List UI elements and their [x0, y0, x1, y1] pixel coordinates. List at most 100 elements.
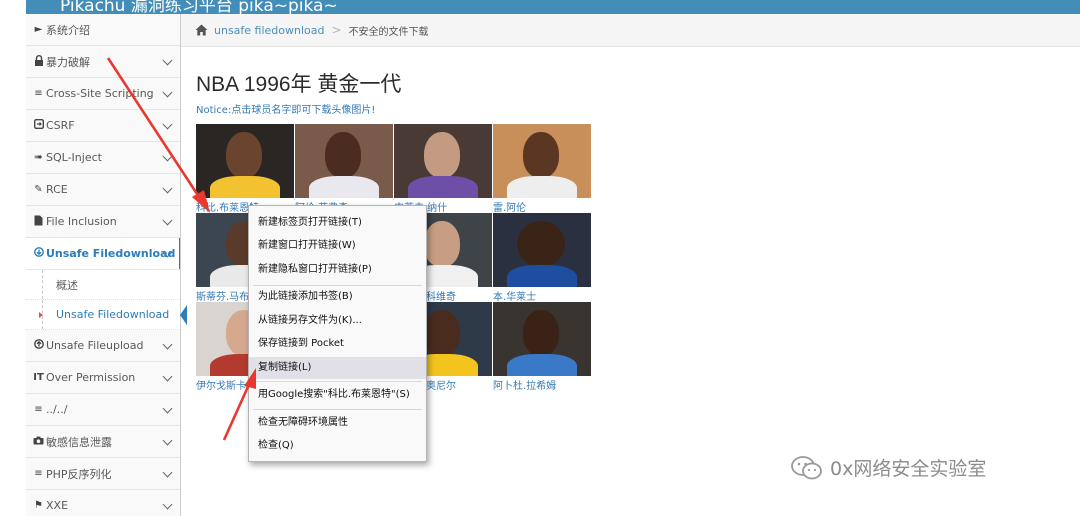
menu-item-open-private-window[interactable]: 新建隐私窗口打开链接(P)	[249, 259, 426, 281]
sidebar-subitem-label: Unsafe Filedownload	[56, 308, 170, 321]
player-name-link[interactable]: 阿卜杜.拉希姆	[493, 377, 591, 392]
sidebar-item-label: Cross-Site Scripting	[46, 87, 154, 100]
sidebar: ► 系统介绍 暴力破解 ≡ Cross-Site Scripting CSRF …	[26, 14, 187, 516]
menu-item-google-search[interactable]: 用Google搜索"科比.布莱恩特"(S)	[249, 384, 426, 406]
sidebar-subitem-overview[interactable]: 概述	[26, 270, 180, 300]
menu-item-bookmark-link[interactable]: 为此链接添加书签(B)	[249, 286, 426, 308]
player-card: 科比.布莱恩特	[196, 124, 294, 214]
player-jersey	[408, 176, 478, 198]
sidebar-item-unsafe-filedownload[interactable]: Unsafe Filedownload	[26, 238, 180, 270]
camera-icon	[32, 436, 45, 448]
watermark: 0x网络安全实验室	[790, 454, 986, 481]
chevron-down-icon	[162, 87, 173, 98]
align-left-icon: ≡	[34, 468, 43, 479]
menu-item-inspect-accessibility[interactable]: 检查无障碍环境属性	[249, 412, 426, 434]
sidebar-item-label: Unsafe Filedownload	[46, 247, 176, 260]
active-indicator	[180, 305, 187, 325]
list-icon: ≡	[34, 88, 43, 99]
menu-separator	[253, 409, 422, 410]
sidebar-item-php-unserialize[interactable]: ≡ PHP反序列化	[26, 458, 180, 490]
menu-item-save-to-pocket[interactable]: 保存链接到 Pocket	[249, 333, 426, 355]
player-head	[424, 221, 460, 267]
app-title: Pikachu 漏洞练习平台 pika~pika~	[60, 0, 338, 14]
upload-circle-icon	[32, 339, 45, 352]
sidebar-item-dir-traversal[interactable]: ≡ ../../	[26, 394, 180, 426]
flag-icon: ⚑	[34, 500, 43, 511]
sidebar-item-label: ../../	[46, 403, 68, 416]
menu-separator	[253, 381, 422, 382]
player-jersey	[309, 176, 379, 198]
player-card: 雷.阿伦	[493, 124, 591, 214]
chevron-down-icon	[162, 339, 173, 350]
player-photo[interactable]	[493, 302, 591, 376]
menu-item-save-link-as[interactable]: 从链接另存文件为(K)...	[249, 310, 426, 332]
sidebar-item-label: RCE	[46, 183, 68, 196]
player-jersey	[507, 176, 577, 198]
file-icon	[32, 215, 45, 229]
sidebar-item-over-permission[interactable]: IT Over Permission	[26, 362, 180, 394]
player-photo[interactable]	[394, 124, 492, 198]
home-icon[interactable]	[195, 24, 208, 36]
notice-text: Notice:点击球员名字即可下载头像图片!	[196, 105, 376, 116]
sidebar-item-intro[interactable]: ► 系统介绍	[26, 14, 180, 46]
player-photo[interactable]	[493, 124, 591, 198]
pencil-icon: ✎	[34, 184, 43, 195]
menu-item-open-new-tab[interactable]: 新建标签页打开链接(T)	[249, 212, 426, 234]
sidebar-item-label: PHP反序列化	[46, 467, 112, 481]
sidebar-item-label: 敏感信息泄露	[46, 435, 112, 449]
player-head	[517, 221, 565, 267]
window-left-edge	[0, 0, 26, 516]
breadcrumb: unsafe filedownload > 不安全的文件下载	[181, 14, 1080, 47]
player-card: 史蒂夫.纳什	[394, 124, 492, 214]
text-cursor-icon: IT	[33, 372, 44, 383]
menu-item-open-new-window[interactable]: 新建窗口打开链接(W)	[249, 235, 426, 257]
player-card: 阿伦.艾弗森	[295, 124, 393, 214]
lock-icon	[32, 54, 45, 69]
menu-item-inspect[interactable]: 检查(Q)	[249, 435, 426, 457]
chevron-down-icon	[162, 403, 173, 414]
sidebar-item-sqli[interactable]: ➠ SQL-Inject	[26, 142, 180, 174]
plug-icon: ➠	[34, 152, 43, 163]
sidebar-item-label: File Inclusion	[46, 215, 117, 228]
player-photo[interactable]	[295, 124, 393, 198]
sidebar-item-label: Unsafe Fileupload	[46, 339, 144, 352]
sidebar-item-label: XXE	[46, 499, 69, 512]
player-jersey	[507, 265, 577, 287]
player-head	[424, 310, 460, 356]
tree-line	[42, 270, 43, 299]
wechat-icon	[791, 455, 822, 479]
breadcrumb-link[interactable]: unsafe filedownload	[214, 24, 325, 37]
player-head	[523, 132, 559, 178]
download-circle-icon	[32, 247, 45, 260]
chevron-down-icon	[162, 151, 173, 162]
sidebar-item-label: Over Permission	[46, 371, 136, 384]
watermark-text: 0x网络安全实验室	[830, 458, 987, 480]
sidebar-item-csrf[interactable]: CSRF	[26, 110, 180, 142]
sidebar-subitem-label: 概述	[56, 278, 78, 292]
chevron-down-icon	[162, 183, 173, 194]
breadcrumb-current: 不安全的文件下载	[348, 26, 429, 38]
sidebar-item-info-leak[interactable]: 敏感信息泄露	[26, 426, 180, 458]
sidebar-item-file-inclusion[interactable]: File Inclusion	[26, 206, 180, 238]
chevron-down-icon	[162, 467, 173, 478]
tags-icon: ►	[34, 24, 43, 35]
chevron-down-icon	[162, 435, 173, 446]
player-photo[interactable]	[196, 124, 294, 198]
player-name-link[interactable]: 雷.阿伦	[493, 199, 591, 214]
menu-item-copy-link[interactable]: 复制链接(L)	[249, 357, 426, 379]
player-head	[325, 132, 361, 178]
player-jersey	[507, 354, 577, 376]
sidebar-item-bruteforce[interactable]: 暴力破解	[26, 46, 180, 78]
align-left-icon: ≡	[34, 404, 43, 415]
sidebar-item-xss[interactable]: ≡ Cross-Site Scripting	[26, 78, 180, 110]
sidebar-item-label: SQL-Inject	[46, 151, 102, 164]
player-card: 阿卜杜.拉希姆	[493, 302, 591, 392]
player-head	[226, 132, 262, 178]
sidebar-item-unsafe-fileupload[interactable]: Unsafe Fileupload	[26, 330, 180, 362]
player-name-link[interactable]: 本.华莱士	[493, 288, 591, 303]
player-photo[interactable]	[493, 213, 591, 287]
sidebar-subitem-unsafe-filedownload[interactable]: Unsafe Filedownload	[26, 300, 187, 330]
sidebar-item-rce[interactable]: ✎ RCE	[26, 174, 180, 206]
sidebar-item-xxe[interactable]: ⚑ XXE	[26, 490, 180, 516]
sidebar-item-label: 系统介绍	[46, 23, 90, 37]
